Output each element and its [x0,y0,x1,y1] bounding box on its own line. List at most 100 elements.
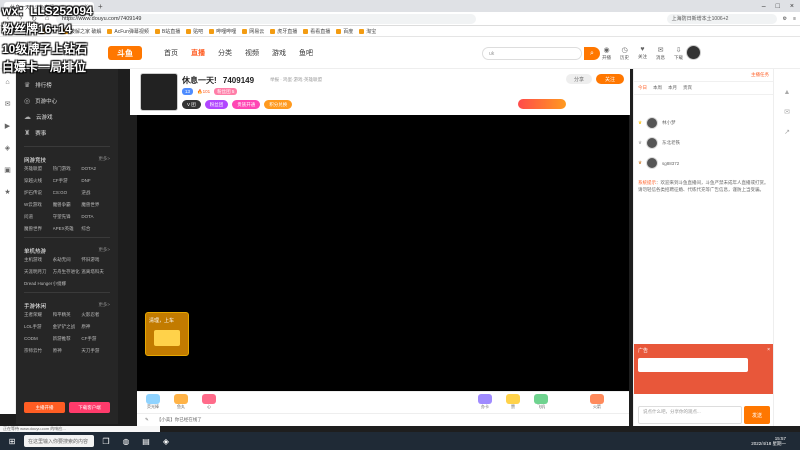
category-link[interactable]: 火影忍者 [81,312,110,318]
category-link[interactable]: CF手游 [81,336,110,342]
category-link[interactable]: 穿越火线 [24,178,53,184]
history-button[interactable]: ◷ 历史 [620,46,629,61]
sidebar-item-cloudgame[interactable]: ☁ 云游戏 [16,109,118,125]
sidebar-item-webgame[interactable]: ◎ 页游中心 [16,93,118,109]
category-link[interactable]: 逆战 [81,190,110,196]
browser-search-box[interactable]: 上海防日新增本土1006+2 [666,13,777,24]
gift-item[interactable]: 火箭 [587,394,607,412]
category-link[interactable]: 问道 [24,214,53,220]
category-link[interactable]: 永劫无间 [53,257,82,263]
nav-game[interactable]: 游戏 [272,48,286,58]
category-link[interactable]: 逃离塔科夫 [81,269,110,275]
app-icon[interactable]: ◈ [158,434,174,448]
menu-icon[interactable]: ≡ [793,16,796,22]
minimize-icon[interactable]: – [762,3,766,10]
sidebar-item-rank[interactable]: ♛ 排行榜 [16,77,118,93]
category-link[interactable]: 金铲铲之战 [53,324,82,330]
bookmark-item[interactable]: 看看直播 [303,28,330,35]
new-tab-icon[interactable]: + [98,2,103,11]
bookmark-item[interactable]: 淘宝 [359,28,376,35]
category-link[interactable]: LOL手游 [24,324,53,330]
category-link[interactable]: CF手游 [53,178,82,184]
rank-row[interactable]: ♛ 东北老铁 [638,135,770,151]
fans-pill[interactable]: 粉丝团 [204,100,229,109]
category-link[interactable]: 原神 [53,348,82,354]
nav-home[interactable]: 首页 [164,48,178,58]
category-link[interactable]: 原神 [81,324,110,330]
scroll-top-icon[interactable]: ▲ [784,89,791,96]
vgroup-pill[interactable]: V 团 [182,100,201,109]
rank-row[interactable]: ♛ sg88372 [638,155,770,171]
bookmark-item[interactable]: 网易云 [242,28,264,35]
noble-pill[interactable]: 贵族开通 [232,100,261,109]
category-link[interactable]: 方舟生存进化 [53,269,82,275]
category-link[interactable]: 英雄联盟 [24,166,53,172]
category-link[interactable]: 魔兽世界 [24,226,53,232]
chat-icon[interactable]: ✉ [784,108,790,116]
category-link[interactable]: CODM [24,336,53,342]
user-avatar[interactable] [686,45,701,60]
home-icon[interactable]: ⌂ [5,79,9,86]
guard-banner[interactable] [518,99,566,109]
category-link[interactable]: DOTA [81,214,110,220]
nav-video[interactable]: 视频 [245,48,259,58]
bookmark-item[interactable]: 贴吧 [186,28,203,35]
windows-start-icon[interactable]: ⊞ [4,434,20,448]
category-link[interactable]: Dread Hunger [24,281,53,287]
share-button[interactable]: 分享 [566,74,592,84]
promo-card[interactable]: 清理，上车 [145,312,189,356]
site-search-input[interactable]: uk [482,47,582,60]
close-window-icon[interactable]: × [790,3,794,10]
download-button[interactable]: ⇩ 下载 [674,46,683,61]
gift-item[interactable]: 荧光棒 [143,394,163,412]
bookmark-item[interactable]: AcFun弹幕视频 [107,28,149,35]
gift-item[interactable]: 赞 [503,394,523,412]
category-link[interactable]: 天涯明月刀 [24,269,53,275]
nav-yuba[interactable]: 鱼吧 [299,48,313,58]
gift-item[interactable]: 飞机 [531,394,551,412]
ad-banner[interactable]: 广告 × [634,344,774,394]
bookmark-item[interactable]: B站直播 [154,28,180,35]
tab-today[interactable]: 今日 [638,85,647,91]
anchor-avatar[interactable] [140,73,178,111]
search-icon[interactable]: ⌕ [584,47,600,60]
follow-button[interactable]: 关注 [596,74,624,84]
category-link[interactable]: 魔兽世界 [81,202,110,208]
gift-item[interactable]: 心 [199,394,219,412]
tab-anchor-task[interactable]: 主播任务 [751,72,769,78]
video-icon[interactable]: ▶ [5,122,10,130]
ad-close-icon[interactable]: × [767,347,770,353]
gift-item[interactable]: 办卡 [475,394,495,412]
category-link[interactable]: 新游推荐 [53,336,82,342]
category-link[interactable]: DNF [81,178,110,184]
category-link[interactable]: 小缇娜 [53,281,82,287]
taskbar-search[interactable]: 在这里输入你要搜索的内容 [24,435,94,447]
category-link[interactable]: 守望先锋 [53,214,82,220]
category-link[interactable]: 宗师云竹 [24,348,53,354]
tab-month[interactable]: 本月 [668,85,677,91]
category-link[interactable]: DOTA2 [81,166,110,172]
task-view-icon[interactable]: ❐ [98,434,114,448]
bookmark-item[interactable]: 百度 [336,28,353,35]
rank-row[interactable]: ♛ 林小梦 [638,115,770,131]
video-player[interactable]: 清理，上车 [137,115,629,391]
game-icon[interactable]: ◈ [5,144,10,152]
category-link[interactable]: 王者荣耀 [24,312,53,318]
category-link[interactable]: 怀旧游戏 [81,257,110,263]
category-link[interactable]: 主机游戏 [24,257,53,263]
follow-list-button[interactable]: ♥ 关注 [638,46,647,61]
category-link[interactable]: APEX英雄 [53,226,82,232]
category-link[interactable]: 和平精英 [53,312,82,318]
chat-icon[interactable]: ✉ [5,100,11,108]
category-link[interactable]: 综合 [81,226,110,232]
download-client-button[interactable]: 下载客户端 [69,402,110,413]
share-icon[interactable]: ↗ [784,128,790,136]
browser-app-icon[interactable]: ◍ [118,434,134,448]
tab-week[interactable]: 本周 [653,85,662,91]
category-link[interactable]: 天刀手游 [81,348,110,354]
sidebar-item-event[interactable]: ♜ 赛事 [16,125,118,141]
gift-item[interactable]: 鱼丸 [171,394,191,412]
maximize-icon[interactable]: □ [776,3,780,10]
message-button[interactable]: ✉ 消息 [656,46,665,61]
nav-live[interactable]: 直播 [191,48,205,58]
